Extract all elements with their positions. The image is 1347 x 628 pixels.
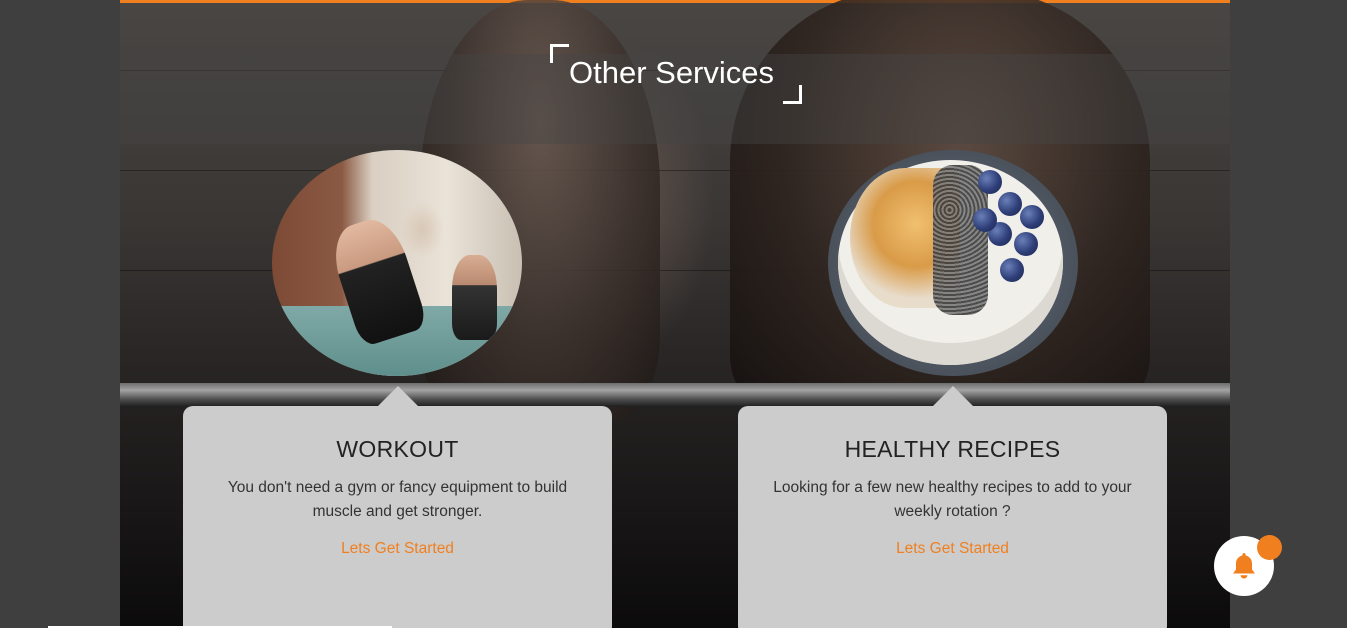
top-accent-line: [120, 0, 1230, 3]
service-card-description: You don't need a gym or fancy equipment …: [227, 479, 568, 520]
recipes-image-berry: [998, 192, 1022, 216]
service-card-healthy-recipes: HEALTHY RECIPES Looking for a few new he…: [738, 386, 1167, 628]
recipes-image-berry: [978, 170, 1002, 194]
section-title-frame: Other Services: [550, 44, 802, 104]
bell-icon: [1233, 553, 1255, 579]
service-card-title: HEALTHY RECIPES: [844, 436, 1061, 462]
notification-badge: [1257, 535, 1282, 560]
service-card-description: Looking for a few new healthy recipes to…: [773, 479, 1132, 520]
recipes-image-berry: [1000, 258, 1024, 282]
workout-image-person: [452, 255, 497, 340]
service-card-workout: WORKOUT You don't need a gym or fancy eq…: [183, 386, 612, 628]
recipes-image-berry: [1020, 205, 1044, 229]
services-section: Other Services WORKOUT You don't need a …: [120, 0, 1230, 628]
recipes-image-berry: [1014, 232, 1038, 256]
background-barbell: [120, 383, 1230, 407]
recipes-image: [828, 150, 1078, 376]
section-title: Other Services: [569, 55, 775, 90]
service-card-title: WORKOUT: [336, 436, 459, 462]
workout-image: [272, 150, 522, 376]
title-corner-top-left: [550, 44, 569, 63]
recipes-image-berry: [973, 208, 997, 232]
title-corner-bottom-right: [783, 85, 802, 104]
workout-get-started-link[interactable]: Lets Get Started: [341, 540, 454, 558]
recipes-get-started-link[interactable]: Lets Get Started: [896, 540, 1009, 558]
